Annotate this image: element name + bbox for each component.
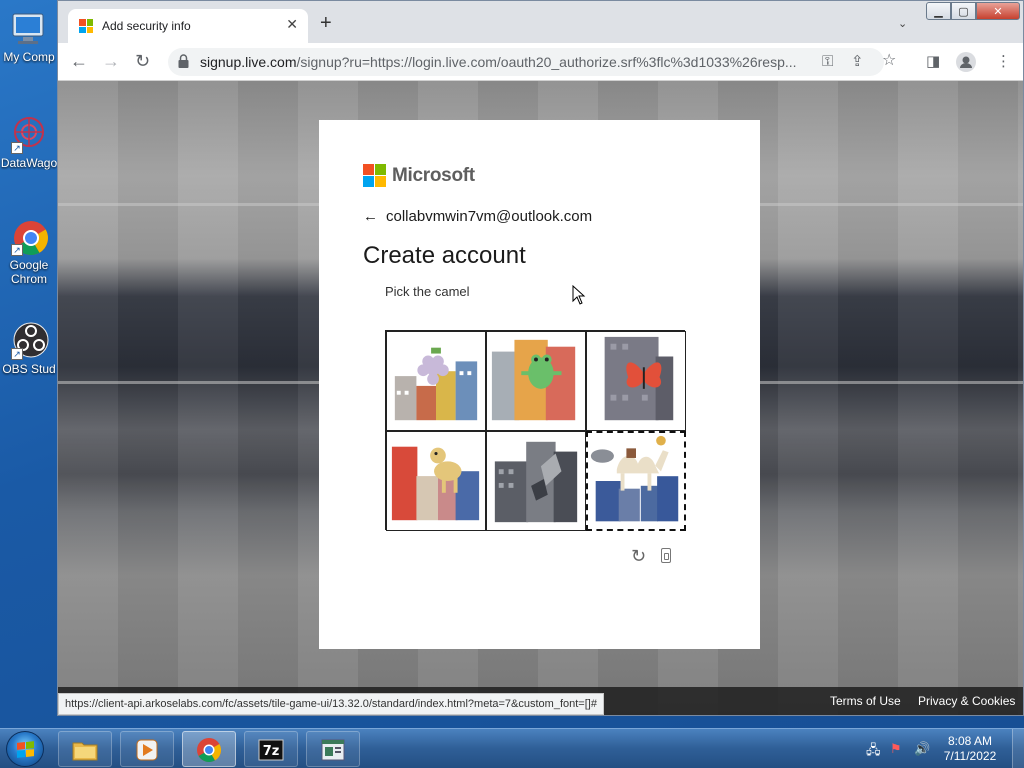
show-desktop-button[interactable]	[1012, 729, 1024, 768]
computer-icon	[9, 8, 49, 48]
desktop-icon-my-computer[interactable]: My Comp	[0, 8, 58, 64]
captcha-audio-icon[interactable]	[661, 548, 671, 563]
tab-add-security-info[interactable]: Add security info ✕	[68, 9, 308, 43]
url-host: signup.live.com	[200, 54, 297, 70]
captcha-reload-icon[interactable]: ↻	[631, 546, 646, 567]
captcha-tile-3[interactable]	[586, 331, 686, 431]
status-url-bubble: https://client-api.arkoselabs.com/fc/ass…	[58, 693, 604, 715]
forward-arrow-icon[interactable]: →	[102, 51, 120, 71]
molecule-icon: ↗	[9, 114, 49, 154]
taskbar-media-player-button[interactable]	[120, 731, 174, 767]
side-panel-icon[interactable]: ◨	[926, 53, 940, 71]
media-player-icon	[136, 739, 158, 761]
taskbar-7zip-button[interactable]: 7z	[244, 731, 298, 767]
address-bar[interactable]: signup.live.com/signup?ru=https://login.…	[168, 48, 896, 76]
window-controls: ▁ ▢ ✕	[926, 2, 1022, 20]
terms-of-use-link[interactable]: Terms of Use	[830, 694, 901, 708]
obs-icon: ↗	[9, 320, 49, 360]
captcha-grid	[385, 330, 686, 531]
privacy-cookies-link[interactable]: Privacy & Cookies	[918, 694, 1015, 708]
identity-banner[interactable]: ← collabvmwin7vm@outlook.com	[363, 208, 592, 225]
clock-time: 8:08 AM	[947, 734, 993, 748]
taskbar: 7z 🖧 ⚑ 🔊 8:08 AM 7/11/2022	[0, 728, 1024, 768]
action-center-flag-icon[interactable]: ⚑	[890, 741, 902, 757]
start-button[interactable]	[6, 731, 44, 767]
close-window-button[interactable]: ✕	[976, 2, 1020, 20]
captcha-tile-1[interactable]	[386, 331, 486, 431]
desktop-icon-obs-studio[interactable]: ↗ OBS Stud	[0, 320, 58, 376]
desktop-icon-label: My Comp	[3, 50, 55, 64]
page-title: Create account	[363, 242, 526, 269]
browser-window: Add security info ✕ + ⌄ ▁ ▢ ✕ ← → ↻ sign…	[57, 0, 1024, 716]
desktop-icon-datawago[interactable]: ↗ DataWago	[0, 114, 58, 170]
profile-avatar-icon[interactable]	[956, 52, 976, 72]
window-app-icon	[321, 739, 345, 761]
tab-close-icon[interactable]: ✕	[286, 16, 298, 33]
url-path: /signup?ru=https://login.live.com/oauth2…	[296, 54, 797, 70]
microsoft-wordmark: Microsoft	[392, 164, 475, 186]
signup-card: Microsoft ← collabvmwin7vm@outlook.com C…	[319, 120, 760, 649]
captcha-tile-2[interactable]	[486, 331, 586, 431]
lock-icon[interactable]	[178, 54, 189, 69]
share-icon[interactable]: ⇪	[851, 53, 864, 71]
tab-strip: Add security info ✕ + ⌄ ▁ ▢ ✕	[58, 1, 1023, 43]
chrome-icon: ↗	[9, 216, 49, 256]
svg-text:7z: 7z	[263, 744, 280, 759]
captcha-tile-6[interactable]	[586, 431, 686, 531]
menu-kebab-icon[interactable]: ⋮	[996, 53, 1011, 71]
microsoft-logo-icon	[363, 164, 386, 187]
mouse-cursor-icon	[572, 285, 586, 305]
page-viewport: Microsoft ← collabvmwin7vm@outlook.com C…	[58, 81, 1023, 715]
network-icon[interactable]: 🖧	[866, 741, 881, 763]
butterfly-image-icon	[604, 336, 674, 421]
identity-email: collabvmwin7vm@outlook.com	[386, 208, 593, 225]
tab-title: Add security info	[102, 19, 191, 33]
captcha-tile-4[interactable]	[386, 431, 486, 531]
tab-search-chevron-icon[interactable]: ⌄	[898, 17, 907, 30]
taskbar-chrome-button[interactable]	[182, 731, 236, 767]
desktop-icon-label: OBS Stud	[2, 362, 56, 376]
shortcut-arrow-icon: ↗	[11, 244, 23, 256]
grapes-image-icon	[394, 347, 478, 421]
taskbar-explorer-button[interactable]	[58, 731, 112, 767]
reload-icon[interactable]: ↻	[135, 51, 150, 71]
camel-image-icon	[590, 435, 679, 522]
minimize-button[interactable]: ▁	[926, 2, 951, 20]
desktop-icon-google-chrome[interactable]: ↗ Google Chrom	[0, 216, 58, 286]
7zip-icon: 7z	[258, 739, 284, 761]
captcha-prompt: Pick the camel	[385, 284, 470, 299]
back-arrow-icon[interactable]: ←	[70, 51, 88, 71]
captcha-tile-5[interactable]	[486, 431, 586, 531]
volume-icon[interactable]: 🔊	[914, 741, 930, 757]
maximize-button[interactable]: ▢	[951, 2, 976, 20]
taskbar-app-button[interactable]	[306, 731, 360, 767]
new-tab-icon[interactable]: +	[320, 13, 332, 33]
key-icon[interactable]: ⚿	[822, 53, 833, 71]
back-arrow-icon[interactable]: ←	[363, 208, 378, 225]
desktop-icon-label: Google Chrom	[9, 258, 49, 286]
star-icon[interactable]: ☆	[882, 52, 896, 70]
windows-logo-icon	[17, 741, 34, 758]
frog-image-icon	[491, 339, 576, 421]
building-image-icon	[494, 441, 578, 523]
desktop-icon-label: DataWago	[0, 156, 58, 170]
browser-toolbar: ← → ↻ signup.live.com/signup?ru=https://…	[58, 43, 1023, 81]
chrome-icon	[197, 738, 222, 763]
clock-date: 7/11/2022	[943, 749, 997, 763]
shortcut-arrow-icon: ↗	[11, 348, 23, 360]
folder-icon	[72, 742, 98, 761]
microsoft-logo: Microsoft	[363, 164, 475, 187]
shortcut-arrow-icon: ↗	[11, 142, 23, 154]
url-text: signup.live.com/signup?ru=https://login.…	[200, 54, 810, 70]
dog-image-icon	[391, 446, 480, 521]
clock[interactable]: 8:08 AM 7/11/2022	[935, 734, 1005, 764]
microsoft-favicon-icon	[79, 19, 93, 33]
